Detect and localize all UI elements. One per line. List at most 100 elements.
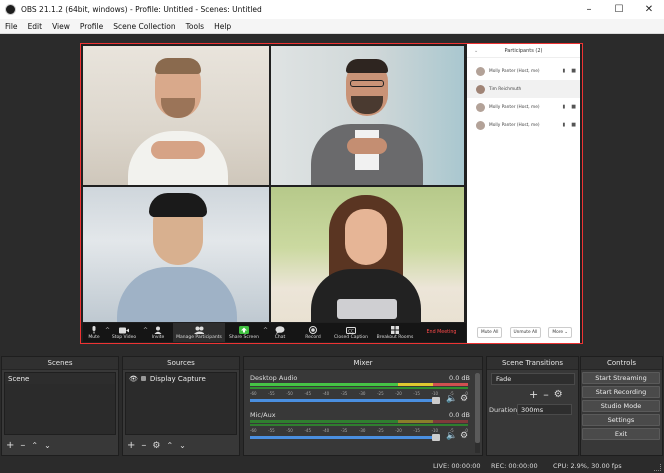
- toolbar-label: Breakout Rooms: [376, 335, 414, 340]
- add-source-icon[interactable]: +: [127, 440, 135, 451]
- mute-all-button[interactable]: Mute All: [477, 327, 503, 338]
- add-transition-icon[interactable]: +: [529, 388, 538, 401]
- menu-profile[interactable]: Profile: [75, 22, 108, 31]
- record-icon: [308, 326, 318, 334]
- end-meeting-button[interactable]: End Meeting: [417, 323, 466, 342]
- toolbar-label: Invite: [151, 335, 165, 340]
- share-screen-button[interactable]: Share Screen ^: [225, 323, 268, 342]
- chat-button[interactable]: Chat: [263, 323, 297, 342]
- menu-tools[interactable]: Tools: [181, 22, 209, 31]
- participant-name: Molly Panter (Host, me): [489, 104, 540, 110]
- participant-row[interactable]: Molly Panter (Host, me) ▮ ■: [467, 98, 580, 116]
- video-camera-icon[interactable]: ■: [571, 104, 576, 110]
- duration-input[interactable]: 300ms: [517, 404, 572, 415]
- gear-icon[interactable]: ⚙: [152, 441, 160, 451]
- menu-help[interactable]: Help: [209, 22, 236, 31]
- channel-level: 0.0 dB: [449, 411, 470, 419]
- mixer-scrollbar[interactable]: [475, 373, 480, 453]
- video-camera-icon[interactable]: ■: [571, 122, 576, 128]
- gear-icon[interactable]: ⚙: [460, 431, 468, 441]
- participant-row[interactable]: Tim Reichmuth: [467, 80, 580, 98]
- volume-slider-handle[interactable]: [432, 434, 440, 441]
- unmute-all-button[interactable]: Unmute All: [509, 327, 542, 338]
- microphone-icon[interactable]: ▮: [563, 68, 566, 74]
- duration-value: 300ms: [521, 405, 544, 414]
- stop-video-button[interactable]: Stop Video ^: [105, 323, 148, 342]
- scene-item[interactable]: Scene: [5, 373, 115, 384]
- mute-button[interactable]: Mute ^: [83, 323, 110, 342]
- speaker-icon[interactable]: 🔈: [446, 394, 457, 404]
- video-tile-2[interactable]: [271, 46, 464, 185]
- audio-meter-yellow: [398, 420, 433, 423]
- start-recording-button[interactable]: Start Recording: [582, 386, 660, 398]
- volume-slider[interactable]: [250, 399, 434, 402]
- participant-row[interactable]: Molly Panter (Host, me) ▮ ■: [467, 116, 580, 134]
- minimize-button[interactable]: –: [574, 0, 604, 19]
- audio-meter-red: [433, 420, 468, 423]
- resize-grip-icon[interactable]: [654, 464, 661, 471]
- maximize-button[interactable]: ☐: [604, 0, 634, 19]
- record-button[interactable]: Record: [297, 323, 329, 342]
- participant-name: Molly Panter (Host, me): [489, 122, 540, 128]
- video-tile-1[interactable]: [83, 46, 269, 185]
- closed-caption-button[interactable]: CC Closed Caption: [329, 323, 373, 342]
- start-streaming-button[interactable]: Start Streaming: [582, 372, 660, 384]
- move-up-icon[interactable]: ⌃: [166, 441, 173, 450]
- share-screen-icon: [239, 326, 249, 334]
- video-tile-3[interactable]: [83, 187, 269, 322]
- settings-button[interactable]: Settings: [582, 414, 660, 426]
- channel-level: 0.0 dB: [449, 374, 470, 382]
- add-person-icon: [153, 326, 163, 334]
- sources-title: Sources: [123, 357, 239, 370]
- exit-button[interactable]: Exit: [582, 428, 660, 440]
- source-name: Display Capture: [149, 374, 206, 383]
- invite-button[interactable]: Invite: [143, 323, 173, 342]
- move-down-icon[interactable]: ⌄: [179, 441, 186, 450]
- menu-scene-collection[interactable]: Scene Collection: [108, 22, 180, 31]
- remove-source-icon[interactable]: –: [141, 440, 146, 451]
- gear-icon[interactable]: ⚙: [460, 394, 468, 404]
- glasses: [350, 80, 384, 87]
- audio-meter-green: [250, 383, 352, 386]
- status-bar: LIVE: 00:00:00 REC: 00:00:00 CPU: 2.9%, …: [0, 459, 664, 473]
- live-status: LIVE: 00:00:00: [433, 462, 481, 470]
- source-item[interactable]: 👁 Display Capture: [126, 373, 236, 384]
- channel-name: Mic/Aux: [250, 411, 276, 419]
- lock-icon[interactable]: [140, 376, 146, 381]
- controls-title: Controls: [581, 357, 662, 370]
- transition-select[interactable]: Fade: [491, 373, 575, 385]
- scenes-list[interactable]: Scene: [4, 372, 116, 435]
- video-tile-4[interactable]: [271, 187, 464, 322]
- microphone-icon[interactable]: ▮: [563, 104, 566, 110]
- speaker-icon[interactable]: 🔈: [446, 431, 457, 441]
- avatar: [476, 102, 485, 112]
- menu-file[interactable]: File: [0, 22, 23, 31]
- window-title: OBS 21.1.2 (64bit, windows) - Profile: U…: [21, 5, 262, 14]
- participant-row[interactable]: Molly Panter (Host, me) ▮ ■: [467, 62, 580, 80]
- toolbar-label: Stop Video: [111, 335, 137, 340]
- close-button[interactable]: ✕: [634, 0, 664, 19]
- move-up-icon[interactable]: ⌃: [31, 441, 38, 450]
- breakout-rooms-button[interactable]: Breakout Rooms: [373, 323, 417, 342]
- studio-mode-button[interactable]: Studio Mode: [582, 400, 660, 412]
- menu-edit[interactable]: Edit: [23, 22, 48, 31]
- video-camera-icon[interactable]: ■: [571, 68, 576, 74]
- move-down-icon[interactable]: ⌄: [44, 441, 51, 450]
- volume-slider[interactable]: [250, 436, 434, 439]
- cpu-status: CPU: 2.9%, 30.00 fps: [553, 462, 622, 470]
- remove-transition-icon[interactable]: –: [543, 388, 549, 401]
- microphone-icon[interactable]: ▮: [563, 122, 566, 128]
- eye-icon[interactable]: 👁: [129, 375, 138, 383]
- remove-scene-icon[interactable]: –: [20, 440, 25, 451]
- add-scene-icon[interactable]: +: [6, 440, 14, 451]
- gear-icon[interactable]: ⚙: [554, 389, 563, 400]
- more-button[interactable]: More ⌄: [548, 327, 572, 338]
- menu-view[interactable]: View: [47, 22, 75, 31]
- volume-slider-handle[interactable]: [432, 397, 440, 404]
- avatar: [476, 66, 485, 76]
- participants-panel: ⌄ Participants (2) Molly Panter (Host, m…: [467, 44, 580, 343]
- toolbar-label: Manage Participants: [176, 335, 222, 340]
- manage-participants-button[interactable]: Manage Participants: [173, 323, 225, 342]
- sources-list[interactable]: 👁 Display Capture: [125, 372, 237, 435]
- chevron-down-icon[interactable]: ⌄: [474, 48, 478, 54]
